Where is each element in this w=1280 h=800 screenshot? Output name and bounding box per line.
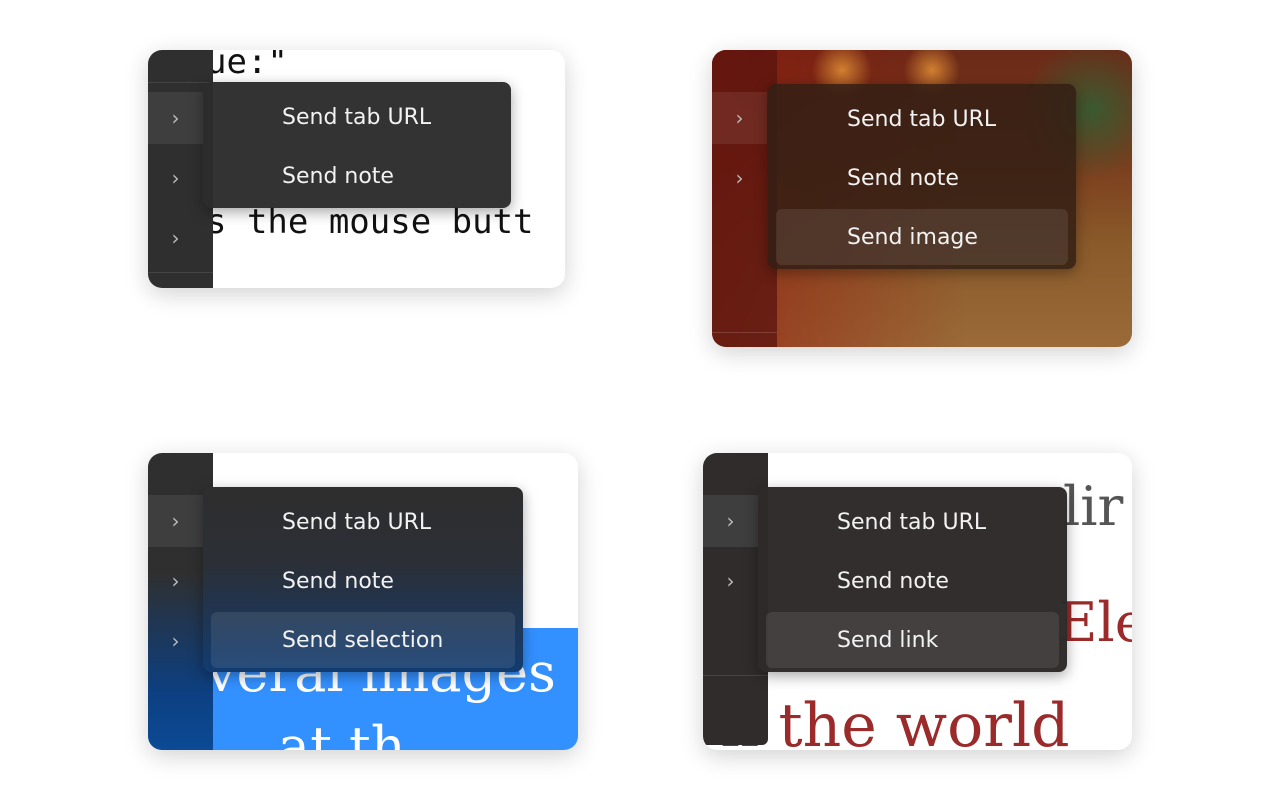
- page-text: lir: [1063, 475, 1124, 538]
- context-menu: Send tab URL Send note Send selection: [203, 487, 523, 672]
- context-menu: Send tab URL Send note Send link: [758, 487, 1067, 672]
- chevron-right-icon[interactable]: ›: [148, 495, 203, 547]
- panel-2: › › Send tab URL Send note Send image: [712, 50, 1132, 347]
- menu-item-send-tab-url[interactable]: Send tab URL: [766, 494, 1059, 550]
- chevron-right-icon[interactable]: ›: [148, 92, 203, 144]
- chevron-right-icon[interactable]: ›: [712, 92, 767, 144]
- menu-item-send-image[interactable]: Send image: [776, 209, 1068, 265]
- panel-3: veral images at th › › › Send tab URL Se…: [148, 453, 578, 750]
- menu-item-send-note[interactable]: Send note: [211, 148, 503, 204]
- page-text: at th: [278, 715, 406, 750]
- chevron-right-icon[interactable]: ›: [148, 555, 203, 607]
- chevron-right-icon[interactable]: ›: [703, 555, 758, 607]
- chevron-right-icon[interactable]: ›: [148, 152, 203, 204]
- context-menu: Send tab URL Send note Send image: [768, 84, 1076, 269]
- panel-1: ue:" s the mouse butt › › › Send tab URL…: [148, 50, 565, 288]
- menu-item-send-tab-url[interactable]: Send tab URL: [211, 89, 503, 145]
- chevron-right-icon[interactable]: ›: [712, 152, 767, 204]
- menu-item-send-tab-url[interactable]: Send tab URL: [211, 494, 515, 550]
- page-text: ue:": [206, 50, 288, 82]
- chevron-right-icon[interactable]: ›: [148, 212, 203, 264]
- chevron-right-icon[interactable]: ›: [703, 495, 758, 547]
- page-text: ll the world: [721, 691, 1070, 750]
- menu-item-send-note[interactable]: Send note: [776, 150, 1068, 206]
- menu-item-send-link[interactable]: Send link: [766, 612, 1059, 668]
- panel-4: lir Ele ll the world › › Send tab URL Se…: [703, 453, 1132, 750]
- chevron-right-icon[interactable]: ›: [148, 615, 203, 667]
- menu-item-send-selection[interactable]: Send selection: [211, 612, 515, 668]
- menu-item-send-note[interactable]: Send note: [766, 553, 1059, 609]
- page-text: Ele: [1058, 591, 1132, 654]
- menu-item-send-tab-url[interactable]: Send tab URL: [776, 91, 1068, 147]
- context-menu: Send tab URL Send note: [203, 82, 511, 208]
- page-text: s the mouse butt: [206, 202, 534, 242]
- menu-item-send-note[interactable]: Send note: [211, 553, 515, 609]
